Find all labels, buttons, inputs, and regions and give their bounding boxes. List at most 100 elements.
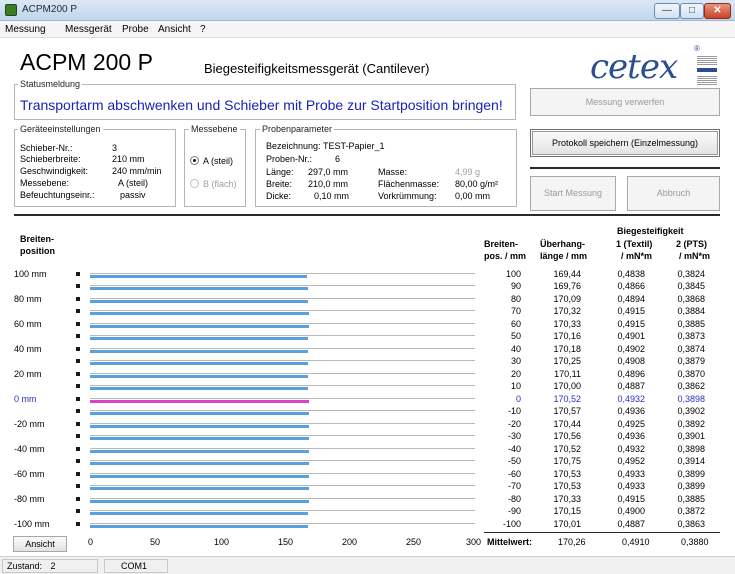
y-tick-label: 20 mm: [14, 368, 42, 379]
position-marker: [76, 446, 80, 451]
table-cell: 170,53: [553, 481, 581, 492]
mean-label: Mittelwert:: [487, 537, 532, 547]
chart-bar: [90, 337, 309, 341]
col-header: pos. / mm: [484, 251, 527, 261]
table-cell: -30: [507, 431, 521, 442]
plane-b-radio[interactable]: [190, 179, 199, 188]
table-cell: 10: [510, 381, 521, 392]
table-cell: 0,3892: [677, 418, 705, 429]
chart-bar: [90, 512, 309, 516]
sample-params-label: Probenparameter: [260, 124, 335, 134]
table-cell: 170,25: [553, 356, 581, 367]
table-cell: 0,4894: [617, 293, 645, 304]
table-cell: 0,3873: [677, 331, 705, 342]
table-cell: 0,4936: [617, 431, 645, 442]
designation-value: TEST-Papier_1: [323, 141, 385, 151]
app-title: ACPM 200 P: [20, 49, 153, 75]
chart-bar: [90, 424, 309, 428]
table-cell: 0,4936: [617, 406, 645, 417]
y-tick-label: 80 mm: [14, 293, 42, 304]
position-marker: [76, 421, 80, 426]
plane-a-radio[interactable]: [190, 156, 199, 165]
table-cell: 0,4900: [617, 506, 645, 517]
chart-track: [90, 322, 475, 324]
maximize-button[interactable]: □: [680, 3, 704, 19]
chart-bar: [90, 499, 309, 503]
measurement-plane-group: [184, 129, 246, 207]
param-key: Vorkrümmung:: [378, 191, 437, 201]
menu-probe[interactable]: Probe: [122, 24, 149, 35]
close-button[interactable]: ✕: [704, 3, 731, 19]
position-marker: [76, 272, 80, 276]
table-cell: 0,3898: [677, 393, 705, 404]
abort-button[interactable]: Abbruch: [627, 176, 720, 211]
table-cell: 0,3899: [677, 481, 705, 492]
minimize-button[interactable]: —: [654, 3, 680, 19]
view-button[interactable]: Ansicht: [13, 536, 67, 552]
table-cell: 30: [510, 356, 521, 367]
position-marker: [76, 521, 80, 526]
port-panel: COM1: [104, 559, 168, 573]
save-protocol-button[interactable]: Protokoll speichern (Einzelmessung): [530, 129, 720, 157]
chart-bar: [90, 474, 309, 478]
menu-messung[interactable]: Messung: [5, 24, 46, 35]
position-marker: [76, 496, 80, 501]
param-value: 0,00 mm: [455, 191, 491, 201]
table-cell: 0,3901: [677, 431, 705, 442]
setting-value: passiv: [120, 190, 146, 200]
table-cell: 0,4887: [617, 381, 645, 392]
table-cell: 0,3874: [677, 343, 705, 354]
sample-no-value: 6: [335, 154, 341, 164]
logo-bars-icon: [697, 55, 717, 85]
table-cell: -40: [507, 443, 521, 454]
table-cell: 170,53: [553, 468, 581, 479]
discard-measurement-button[interactable]: Messung verwerfen: [530, 88, 720, 116]
table-cell: 170,00: [553, 381, 581, 392]
chart-track: [90, 422, 475, 424]
table-cell: 0,3885: [677, 318, 705, 329]
status-message-box: Transportarm abschwenken und Schieber mi…: [14, 84, 516, 120]
menu-help[interactable]: ?: [200, 24, 206, 35]
table-cell: -20: [507, 418, 521, 429]
x-tick: 200: [342, 537, 358, 547]
chart-track: [90, 310, 475, 312]
start-measurement-button[interactable]: Start Messung: [530, 176, 616, 211]
table-cell: 170,33: [553, 493, 581, 504]
button-divider: [530, 167, 720, 169]
table-cell: 0,4902: [617, 343, 645, 354]
menu-messgeraet[interactable]: Messgerät: [65, 24, 112, 35]
position-marker: [76, 384, 80, 389]
x-tick: 300: [466, 537, 482, 547]
position-marker: [76, 484, 80, 489]
setting-value: A (steil): [118, 178, 149, 188]
x-tick: 150: [278, 537, 294, 547]
table-cell: 0,3885: [677, 493, 705, 504]
plane-a-label[interactable]: A (steil): [203, 156, 233, 166]
param-value: 0,10 mm: [314, 191, 350, 201]
y-tick-label: -100 mm: [14, 518, 50, 529]
position-marker: [76, 459, 80, 464]
chart-bar: [90, 412, 309, 416]
table-cell: 0,4896: [617, 368, 645, 379]
registered-mark: ®: [694, 44, 700, 53]
table-cell: 170,33: [553, 318, 581, 329]
param-value: 4,99 g: [455, 167, 481, 177]
col-header: / mN*m: [621, 251, 653, 261]
position-marker: [76, 409, 80, 414]
chart-track: [90, 335, 475, 337]
menu-ansicht[interactable]: Ansicht: [158, 24, 191, 35]
table-cell: 170,56: [553, 431, 581, 442]
param-key: Masse:: [378, 167, 408, 177]
app-icon: [5, 4, 17, 16]
table-cell: 170,09: [553, 293, 581, 304]
menu-bar: Messung Messgerät Probe Ansicht ?: [0, 21, 735, 38]
chart-track: [90, 510, 475, 512]
plane-b-label[interactable]: B (flach): [203, 179, 237, 189]
cetex-logo: cetex: [590, 47, 678, 87]
table-cell: -100: [502, 518, 521, 529]
title-bar: ACPM200 P — □ ✕: [0, 0, 735, 21]
table-cell: 170,18: [553, 343, 581, 354]
table-cell: 0,4915: [617, 306, 645, 317]
setting-key: Schieber-Nr.:: [20, 143, 73, 153]
chart-bar: [90, 275, 308, 278]
